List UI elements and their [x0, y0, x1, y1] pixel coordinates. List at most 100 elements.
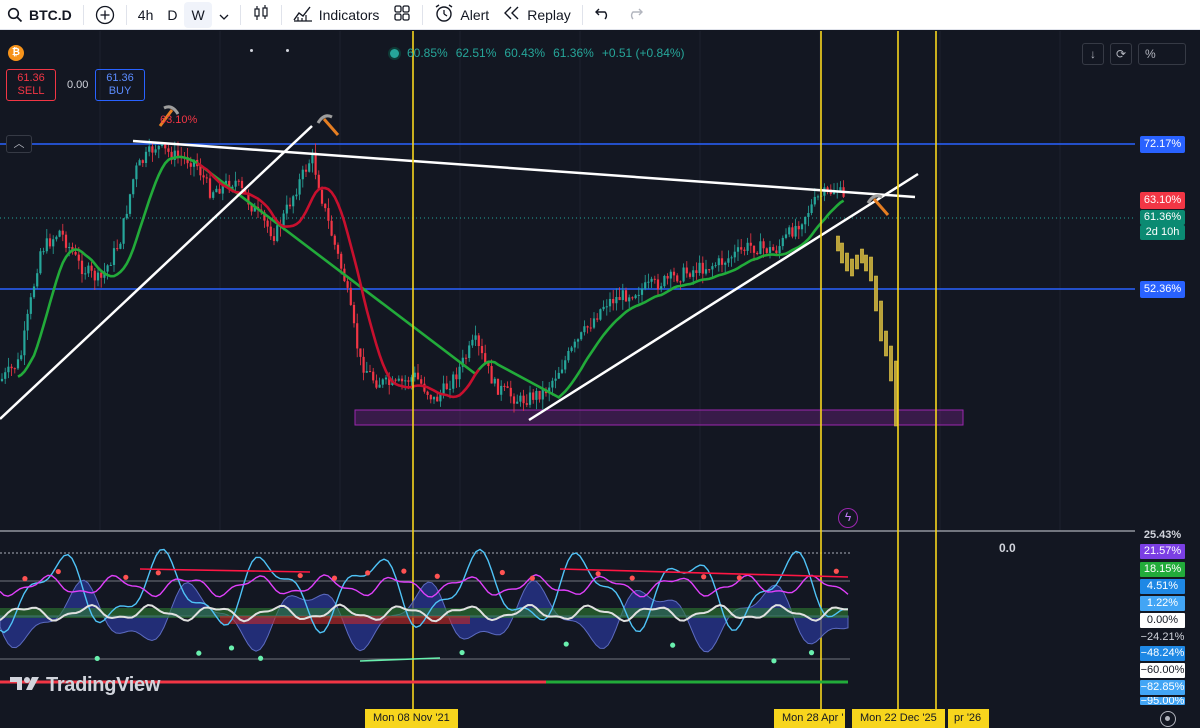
signal-dot — [833, 568, 839, 574]
interval-dropdown[interactable] — [212, 0, 236, 30]
separator-dot — [250, 49, 253, 52]
projected-candle — [845, 252, 849, 272]
candle-body — [564, 360, 567, 370]
collapse-legend-button[interactable]: ︿ — [6, 135, 32, 153]
auto-scale-button[interactable]: ⟳ — [1110, 43, 1132, 65]
separator-dot — [286, 49, 289, 52]
candle-body — [720, 258, 724, 265]
candle-body — [112, 248, 116, 265]
tradingview-wordmark: TradingView — [46, 674, 161, 696]
candle-body — [512, 396, 516, 404]
chart-type-button[interactable] — [245, 0, 277, 30]
projected-candle — [874, 275, 878, 312]
candle-body — [288, 204, 292, 207]
replay-button[interactable]: Replay — [496, 0, 578, 30]
legend-change: +0.51 (+0.84%) — [601, 46, 685, 60]
interval-w[interactable]: W — [184, 1, 212, 28]
signal-dot — [563, 641, 569, 647]
candle-body — [84, 273, 87, 275]
support-zone — [354, 409, 964, 426]
undo-button[interactable] — [587, 0, 619, 30]
layouts-button[interactable] — [386, 0, 418, 30]
redo-button[interactable] — [619, 0, 651, 30]
candle-body — [141, 160, 144, 163]
candle-body — [736, 247, 740, 252]
indicator-scale-tag: 18.15% — [1140, 562, 1185, 577]
lightning-icon[interactable]: ϟ — [838, 508, 858, 528]
percent-scale-button[interactable]: % — [1138, 43, 1186, 65]
candle-body — [23, 330, 26, 356]
candle-body — [333, 235, 336, 245]
interval-d[interactable]: D — [160, 0, 184, 30]
indicator-zero-label: 0.0 — [999, 541, 1016, 555]
candle-body — [669, 271, 672, 279]
candle-body — [138, 160, 141, 166]
candle-body — [327, 208, 330, 221]
candle-body — [365, 371, 368, 373]
interval-4h[interactable]: 4h — [131, 0, 161, 30]
candle-body — [109, 264, 112, 266]
candle-body — [733, 251, 736, 258]
candle-body — [80, 260, 84, 275]
candle-body — [349, 287, 352, 305]
candle-body — [794, 225, 797, 237]
candle-body — [644, 282, 647, 289]
candle-body — [634, 295, 637, 299]
alert-label: Alert — [460, 6, 490, 23]
toolbar-divider — [280, 4, 282, 25]
compare-button[interactable] — [88, 0, 122, 30]
price-chart-canvas[interactable]: 63.10% — [0, 31, 1200, 728]
candle-body — [756, 252, 759, 255]
candle-body — [730, 257, 733, 259]
signal-dot — [629, 575, 635, 581]
candle-body — [292, 196, 295, 207]
symbol-name: BTC.D — [29, 6, 72, 23]
candle-body — [586, 326, 589, 328]
candle-body — [234, 180, 237, 187]
candle-body — [55, 236, 58, 240]
chart-area[interactable]: 63.10% ₿ 60.85% 62.51% 60.43% 61.36% +0.… — [0, 31, 1200, 728]
candle-body — [484, 353, 487, 363]
percent-label: % — [1145, 47, 1156, 61]
projected-candle — [879, 300, 883, 342]
indicators-button[interactable]: Indicators — [286, 0, 387, 30]
tradingview-mark-icon — [10, 674, 40, 697]
candle-body — [813, 196, 816, 205]
candle-body — [496, 378, 500, 395]
candle-body — [340, 253, 343, 269]
candle-body — [16, 359, 20, 369]
date-tag-first: Mon 08 Nov '21 — [365, 709, 458, 728]
candle-body — [100, 272, 103, 278]
candle-body — [701, 262, 704, 274]
target-icon[interactable] — [1160, 711, 1176, 727]
divergence-line — [359, 657, 441, 662]
candle-body — [541, 389, 544, 400]
candle-body — [477, 335, 480, 347]
buy-button[interactable]: 61.36 BUY — [95, 69, 145, 101]
candle-body — [592, 318, 596, 328]
candle-body — [765, 248, 768, 253]
candle-body — [554, 378, 557, 381]
candle-body — [535, 390, 538, 400]
candle-body — [826, 187, 829, 190]
candle-body — [151, 146, 154, 153]
candle-body — [135, 165, 138, 180]
candle-body — [551, 380, 554, 388]
signal-dot — [401, 568, 407, 574]
symbol-search[interactable]: BTC.D — [0, 0, 79, 30]
candle-body — [743, 249, 746, 251]
projected-candle — [884, 330, 888, 357]
candle-body — [653, 278, 656, 280]
signal-dot — [808, 650, 815, 656]
candle-body — [631, 297, 634, 299]
signal-dot — [228, 645, 235, 651]
candle-body — [285, 204, 288, 214]
alert-button[interactable]: Alert — [427, 0, 496, 30]
projected-candle — [840, 242, 844, 264]
toolbar-divider — [82, 4, 84, 25]
candle-body — [68, 247, 71, 249]
candle-body — [621, 290, 624, 301]
candle-body — [468, 345, 471, 359]
sell-button[interactable]: 61.36 SELL — [6, 69, 56, 101]
scroll-down-button[interactable]: ↓ — [1082, 43, 1104, 65]
